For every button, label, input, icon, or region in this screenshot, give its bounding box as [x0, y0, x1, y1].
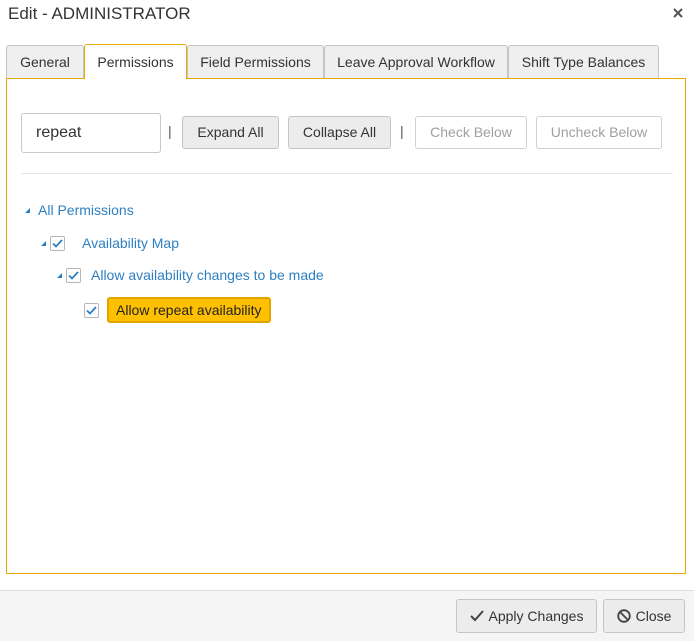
check-icon: [68, 270, 79, 280]
toolbar-divider: [21, 173, 673, 174]
expand-triangle-icon[interactable]: [57, 272, 62, 278]
tree-label-allow-repeat-availability[interactable]: Allow repeat availability: [107, 297, 271, 323]
toolbar-separator: |: [400, 123, 404, 139]
tree-node-allow-availability-changes: Allow availability changes to be made: [57, 264, 324, 286]
checkmark-icon: [469, 610, 484, 622]
check-icon: [52, 238, 63, 248]
ban-icon: [616, 609, 631, 623]
check-icon: [86, 305, 97, 315]
tab-general[interactable]: General: [6, 45, 84, 78]
uncheck-below-button[interactable]: Uncheck Below: [536, 116, 662, 149]
tab-permissions[interactable]: Permissions: [84, 44, 187, 79]
tree-label-availability-map[interactable]: Availability Map: [82, 235, 179, 251]
tab-shift-type-balances[interactable]: Shift Type Balances: [508, 45, 659, 78]
collapse-all-button[interactable]: Collapse All: [288, 116, 391, 149]
check-below-button[interactable]: Check Below: [415, 116, 527, 149]
tree-label-allow-availability-changes[interactable]: Allow availability changes to be made: [91, 267, 324, 283]
checkbox-allow-repeat-availability[interactable]: [84, 302, 99, 318]
tree-label-all-permissions[interactable]: All Permissions: [38, 202, 134, 218]
close-icon[interactable]: [670, 5, 686, 21]
apply-changes-button[interactable]: Apply Changes: [456, 599, 597, 633]
tree-node-availability-map: Availability Map: [41, 232, 179, 254]
checkbox-allow-availability-changes[interactable]: [66, 267, 81, 283]
expand-triangle-icon[interactable]: [41, 240, 46, 246]
tab-leave-approval-workflow[interactable]: Leave Approval Workflow: [324, 45, 508, 78]
dialog-footer: Apply Changes Close: [0, 590, 694, 641]
expand-all-button[interactable]: Expand All: [182, 116, 279, 149]
tree-node-allow-repeat-availability: Allow repeat availability: [84, 296, 271, 324]
checkbox-availability-map[interactable]: [50, 235, 65, 251]
edit-dialog: Edit - ADMINISTRATOR General Permissions…: [0, 0, 694, 641]
toolbar-separator: |: [168, 123, 172, 139]
permissions-panel: | Expand All Collapse All | Check Below …: [6, 78, 686, 574]
search-input[interactable]: [21, 113, 161, 153]
expand-triangle-icon[interactable]: [25, 207, 30, 213]
tab-field-permissions[interactable]: Field Permissions: [187, 45, 324, 78]
title-bar: Edit - ADMINISTRATOR: [0, 0, 694, 30]
tree-node-all-permissions: All Permissions: [25, 199, 134, 221]
dialog-title: Edit - ADMINISTRATOR: [8, 4, 191, 23]
apply-changes-label: Apply Changes: [488, 608, 584, 624]
close-button[interactable]: Close: [603, 599, 685, 633]
close-label: Close: [635, 608, 672, 624]
